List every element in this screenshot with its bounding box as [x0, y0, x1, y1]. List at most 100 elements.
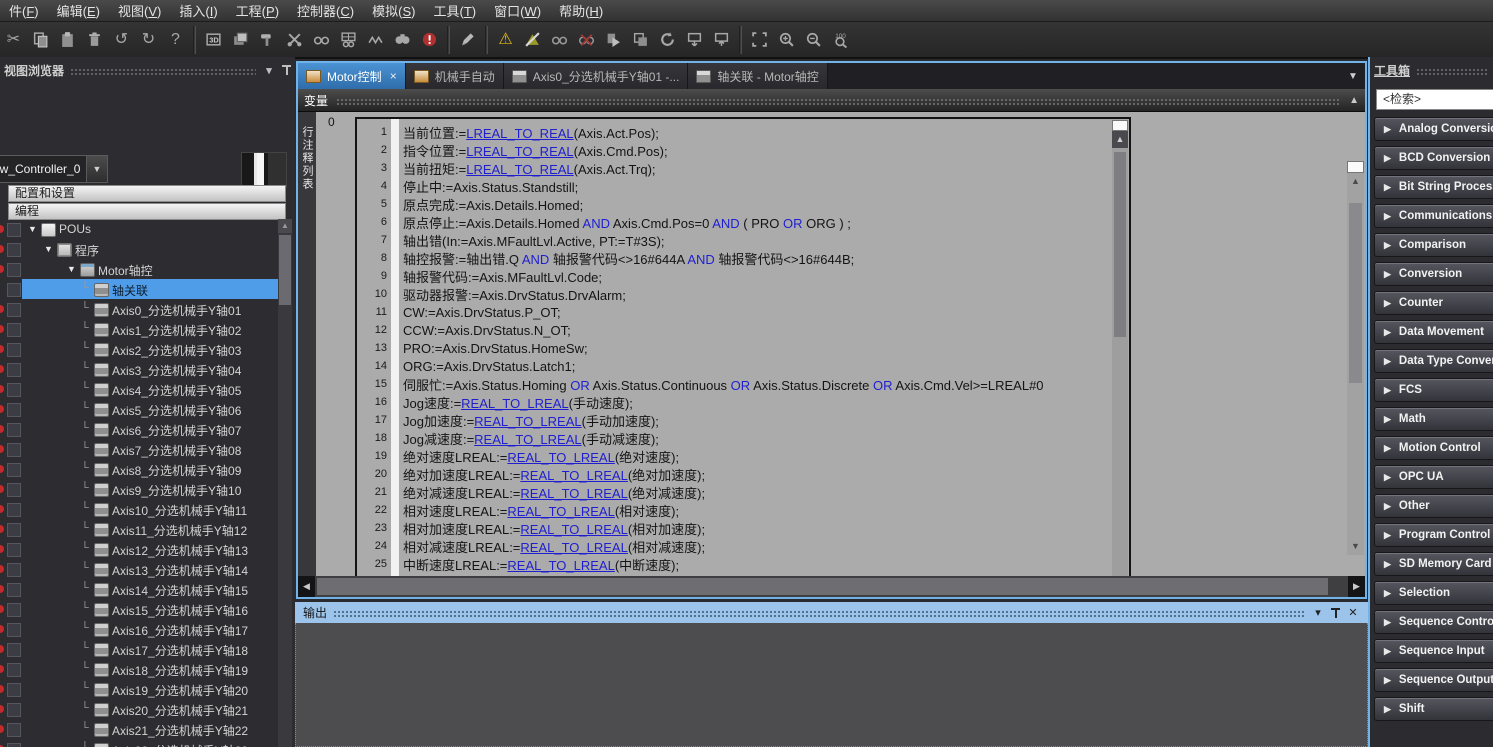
copy-icon[interactable]: [27, 26, 54, 53]
hscroll-thumb[interactable]: [317, 578, 1328, 595]
warning-disable-icon[interactable]: [519, 26, 546, 53]
menu-item-8[interactable]: 窗口(W): [485, 0, 550, 22]
menu-item-6[interactable]: 模拟(S): [363, 0, 424, 22]
monitor-icon[interactable]: [546, 26, 573, 53]
code-line-5[interactable]: 5原点完成:=Axis.Details.Homed;: [357, 195, 1111, 213]
warning-enable-icon[interactable]: ⚠: [492, 26, 519, 53]
rebuild-icon[interactable]: [281, 26, 308, 53]
toolbox-category-opc-ua[interactable]: ▶OPC UA: [1374, 465, 1493, 489]
tree-item-POUs[interactable]: ▼POUs: [0, 219, 279, 239]
editor-scroll-up-icon[interactable]: ▲: [1347, 173, 1364, 190]
expand-arrow-icon[interactable]: ▼: [67, 264, 76, 274]
tab-轴关联 - Motor轴控[interactable]: 轴关联 - Motor轴控: [688, 63, 827, 89]
tree-item-Axis2_分选机械手Y轴03[interactable]: └Axis2_分选机械手Y轴03: [0, 339, 279, 359]
tree-item-Axis20_分选机械手Y轴21[interactable]: └Axis20_分选机械手Y轴21: [0, 699, 279, 719]
tree-item-Axis13_分选机械手Y轴14[interactable]: └Axis13_分选机械手Y轴14: [0, 559, 279, 579]
transfer-from-controller-icon[interactable]: [708, 26, 735, 53]
run-icon[interactable]: [600, 26, 627, 53]
edit-mode-icon[interactable]: [454, 26, 481, 53]
code-line-10[interactable]: 10驱动器报警:=Axis.DrvStatus.DrvAlarm;: [357, 285, 1111, 303]
cascade-windows-icon[interactable]: [227, 26, 254, 53]
editor-scroll-down-icon[interactable]: ▼: [1347, 538, 1364, 555]
code-line-9[interactable]: 9轴报警代码:=Axis.MFaultLvl.Code;: [357, 267, 1111, 285]
output-pin-icon[interactable]: [1331, 607, 1340, 619]
splitter-button[interactable]: [1347, 161, 1364, 173]
code-line-14[interactable]: 14ORG:=Axis.DrvStatus.Latch1;: [357, 357, 1111, 375]
code-line-23[interactable]: 23相对加速度LREAL:=REAL_TO_LREAL(相对加速度);: [357, 519, 1111, 537]
st-code-block[interactable]: 1当前位置:=LREAL_TO_REAL(Axis.Act.Pos);2指令位置…: [355, 117, 1131, 576]
tree-item-Axis8_分选机械手Y轴09[interactable]: └Axis8_分选机械手Y轴09: [0, 459, 279, 479]
help-icon[interactable]: ?: [162, 26, 189, 53]
toolbox-category-program-control[interactable]: ▶Program Control: [1374, 523, 1493, 547]
toolbox-category-sequence-input[interactable]: ▶Sequence Input: [1374, 639, 1493, 663]
tree-item-Axis5_分选机械手Y轴06[interactable]: └Axis5_分选机械手Y轴06: [0, 399, 279, 419]
tree-scroll-up-icon[interactable]: ▲: [278, 219, 292, 233]
search-icon[interactable]: [389, 26, 416, 53]
3d-view-icon[interactable]: 3D: [200, 26, 227, 53]
tree-item-Axis18_分选机械手Y轴19[interactable]: └Axis18_分选机械手Y轴19: [0, 659, 279, 679]
watch-icon[interactable]: [308, 26, 335, 53]
toolbox-category-other[interactable]: ▶Other: [1374, 494, 1493, 518]
menu-item-0[interactable]: 件(F): [0, 0, 48, 22]
code-line-22[interactable]: 22相对速度LREAL:=REAL_TO_LREAL(相对速度);: [357, 501, 1111, 519]
code-line-8[interactable]: 8轴控报警:=轴出错.Q AND 轴报警代码<>16#644A AND 轴报警代…: [357, 249, 1111, 267]
output-menu-chevron-icon[interactable]: ▾: [1311, 606, 1325, 619]
tree-item-Axis19_分选机械手Y轴20[interactable]: └Axis19_分选机械手Y轴20: [0, 679, 279, 699]
tree-item-Axis3_分选机械手Y轴04[interactable]: └Axis3_分选机械手Y轴04: [0, 359, 279, 379]
code-line-6[interactable]: 6原点停止:=Axis.Details.Homed AND Axis.Cmd.P…: [357, 213, 1111, 231]
toolbox-category-communications[interactable]: ▶Communications: [1374, 204, 1493, 228]
tab-Axis0_分选机械手Y轴01 -...[interactable]: Axis0_分选机械手Y轴01 -...: [504, 63, 689, 89]
menu-item-4[interactable]: 工程(P): [227, 0, 288, 22]
tree-item-Axis10_分选机械手Y轴11[interactable]: └Axis10_分选机械手Y轴11: [0, 499, 279, 519]
zoom-in-icon[interactable]: [773, 26, 800, 53]
code-line-15[interactable]: 15伺服忙:=Axis.Status.Homing OR Axis.Status…: [357, 375, 1111, 393]
tree-item-程序[interactable]: ▼程序: [0, 239, 279, 259]
code-scroll-up-icon[interactable]: ▲: [1112, 131, 1128, 148]
tree-item-Axis17_分选机械手Y轴18[interactable]: └Axis17_分选机械手Y轴18: [0, 639, 279, 659]
controller-dropdown-chevron-icon[interactable]: ▼: [86, 156, 107, 182]
tree-item-Axis0_分选机械手Y轴01[interactable]: └Axis0_分选机械手Y轴01: [0, 299, 279, 319]
code-line-3[interactable]: 3当前扭矩:=LREAL_TO_REAL(Axis.Act.Trq);: [357, 159, 1111, 177]
code-line-11[interactable]: 11CW:=Axis.DrvStatus.P_OT;: [357, 303, 1111, 321]
zoom-out-icon[interactable]: [800, 26, 827, 53]
toolbox-category-shift[interactable]: ▶Shift: [1374, 697, 1493, 721]
code-line-25[interactable]: 25中断速度LREAL:=REAL_TO_LREAL(中断速度);: [357, 555, 1111, 573]
toolbox-category-comparison[interactable]: ▶Comparison: [1374, 233, 1493, 257]
toolbox-category-data-type-conversion[interactable]: ▶Data Type Conversion: [1374, 349, 1493, 373]
copy-run-icon[interactable]: [627, 26, 654, 53]
code-line-19[interactable]: 19绝对速度LREAL:=REAL_TO_LREAL(绝对速度);: [357, 447, 1111, 465]
menu-item-5[interactable]: 控制器(C): [288, 0, 363, 22]
sync-icon[interactable]: [654, 26, 681, 53]
splitter-button[interactable]: [1112, 120, 1128, 131]
toolbox-category-sequence-output[interactable]: ▶Sequence Output: [1374, 668, 1493, 692]
tree-item-Axis6_分选机械手Y轴07[interactable]: └Axis6_分选机械手Y轴07: [0, 419, 279, 439]
section-configuration[interactable]: 配置和设置: [8, 185, 286, 202]
toolbox-category-fcs[interactable]: ▶FCS: [1374, 378, 1493, 402]
tab-list-chevron-icon[interactable]: ▼: [1341, 63, 1365, 89]
toolbox-category-math[interactable]: ▶Math: [1374, 407, 1493, 431]
editor-scroll-left-icon[interactable]: ◀: [298, 576, 315, 597]
toolbox-search-input[interactable]: <检索>: [1376, 89, 1493, 110]
variables-section-bar[interactable]: 变量 ▲: [298, 89, 1365, 112]
tree-item-轴关联[interactable]: └轴关联: [0, 279, 279, 299]
editor-horizontal-scrollbar[interactable]: ◀ ▶: [298, 576, 1365, 597]
code-line-2[interactable]: 2指令位置:=LREAL_TO_REAL(Axis.Cmd.Pos);: [357, 141, 1111, 159]
tree-scroll-thumb[interactable]: [279, 235, 291, 305]
toolbox-category-data-movement[interactable]: ▶Data Movement: [1374, 320, 1493, 344]
hscroll-track[interactable]: [315, 576, 1348, 597]
tree-item-Axis22_分选机械手Y轴23[interactable]: └Axis22_分选机械手Y轴23: [0, 739, 279, 747]
section-programming[interactable]: 编程: [8, 203, 286, 220]
line-comment-list-tab[interactable]: 行注释列表: [298, 112, 316, 576]
code-line-16[interactable]: 16Jog速度:=REAL_TO_LREAL(手动速度);: [357, 393, 1111, 411]
code-line-12[interactable]: 12CCW:=Axis.DrvStatus.N_OT;: [357, 321, 1111, 339]
code-line-21[interactable]: 21绝对减速度LREAL:=REAL_TO_LREAL(绝对减速度);: [357, 483, 1111, 501]
code-scroll-thumb[interactable]: [1114, 152, 1126, 337]
toolbox-category-sequence-control[interactable]: ▶Sequence Control: [1374, 610, 1493, 634]
toolbox-category-sd-memory-card[interactable]: ▶SD Memory Card: [1374, 552, 1493, 576]
code-line-17[interactable]: 17Jog加速度:=REAL_TO_LREAL(手动加速度);: [357, 411, 1111, 429]
cut-icon[interactable]: ✂: [0, 26, 27, 53]
explorer-pin-icon[interactable]: [282, 64, 291, 76]
code-line-7[interactable]: 7轴出错(In:=Axis.MFaultLvl.Active, PT:=T#3S…: [357, 231, 1111, 249]
controller-dropdown[interactable]: ew_Controller_0 ▼: [0, 155, 108, 183]
explorer-menu-chevron-icon[interactable]: ▾: [262, 64, 276, 77]
